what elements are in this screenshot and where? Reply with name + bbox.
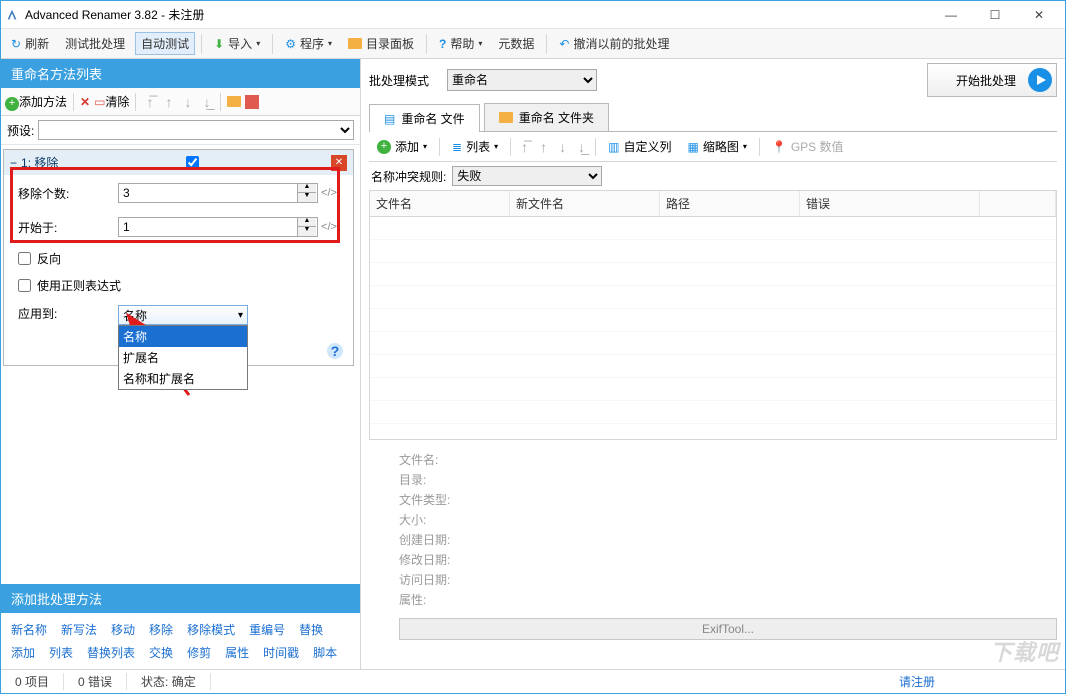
link-add[interactable]: 添加 [11, 644, 35, 661]
file-move-down[interactable]: ↓ [555, 139, 570, 155]
metadata-button[interactable]: 元数据 [492, 32, 540, 55]
dropdown-option-ext[interactable]: 扩展名 [119, 347, 247, 368]
link-swap[interactable]: 交换 [149, 644, 173, 661]
code-icon[interactable]: </> [318, 187, 340, 199]
start-batch-button[interactable]: 开始批处理 [927, 63, 1057, 97]
method-close-button[interactable]: ✕ [331, 155, 347, 171]
file-move-bottom[interactable]: ↓̲ [574, 139, 589, 155]
apply-to-dropdown[interactable]: 名称 扩展名 名称和扩展名 [118, 325, 248, 390]
status-errors: 0 错误 [64, 673, 127, 690]
maximize-button[interactable]: ☐ [973, 2, 1017, 28]
window-title: Advanced Renamer 3.82 - 未注册 [25, 6, 204, 23]
undo-batch-button[interactable]: ↶撤消以前的批处理 [553, 32, 675, 55]
list-button[interactable]: ≣列表▾ [446, 135, 504, 158]
remove-count-label: 移除个数: [18, 185, 118, 202]
conflict-rule-select[interactable]: 失败 [452, 166, 602, 186]
regex-checkbox[interactable] [18, 279, 31, 292]
remove-count-input[interactable] [118, 183, 298, 203]
preset-label: 预设: [7, 122, 34, 139]
preset-select[interactable] [38, 120, 354, 140]
play-icon [1028, 68, 1052, 92]
link-listreplace[interactable]: 替换列表 [87, 644, 135, 661]
link-newcase[interactable]: 新写法 [61, 621, 97, 638]
remove-count-spinner[interactable]: ▲▼ [298, 183, 318, 203]
link-trim[interactable]: 修剪 [187, 644, 211, 661]
link-timestamp[interactable]: 时间戳 [263, 644, 299, 661]
batch-mode-select[interactable]: 重命名 [447, 69, 597, 91]
apply-to-label: 应用到: [18, 305, 118, 322]
help-icon[interactable]: ? [327, 343, 343, 359]
methods-panel-title: 重命名方法列表 [1, 59, 360, 88]
add-methods-title: 添加批处理方法 [1, 584, 360, 613]
folders-panel-button[interactable]: 目录面板 [342, 32, 420, 55]
link-attr[interactable]: 属性 [225, 644, 249, 661]
file-info-block: 文件名: 目录: 文件类型: 大小: 创建日期: 修改日期: 访问日期: 属性: [369, 440, 1057, 610]
move-up-button[interactable]: ↑ [161, 94, 176, 110]
col-error[interactable]: 错误 [800, 191, 980, 216]
plus-icon: + [5, 97, 19, 111]
conflict-rule-label: 名称冲突规则: [371, 168, 446, 185]
refresh-button[interactable]: ↻刷新 [5, 32, 55, 55]
add-files-button[interactable]: +添加▾ [371, 135, 433, 158]
exiftool-button[interactable]: ExifTool... [399, 618, 1057, 640]
status-items: 0 项目 [1, 673, 64, 690]
gps-button[interactable]: 📍GPS 数值 [766, 135, 850, 158]
import-button[interactable]: ⬇导入▾ [208, 32, 266, 55]
method-enabled-checkbox[interactable] [186, 156, 199, 169]
link-removepattern[interactable]: 移除模式 [187, 621, 235, 638]
register-link[interactable]: 请注册 [885, 673, 1065, 690]
method-title: 1: 移除 [21, 154, 58, 171]
move-down-button[interactable]: ↓ [180, 94, 195, 110]
thumbnail-button[interactable]: ▦缩略图▾ [681, 135, 752, 158]
program-button[interactable]: ⚙程序▾ [279, 32, 338, 55]
col-filename[interactable]: 文件名 [370, 191, 510, 216]
file-move-top[interactable]: ↑̅ [517, 139, 532, 155]
dropdown-option-both[interactable]: 名称和扩展名 [119, 368, 247, 389]
auto-test-button[interactable]: 自动测试 [135, 32, 195, 55]
tab-rename-folders[interactable]: 重命名 文件夹 [484, 103, 609, 131]
link-move[interactable]: 移动 [111, 621, 135, 638]
test-batch-button[interactable]: 测试批处理 [59, 32, 131, 55]
link-renumber[interactable]: 重编号 [249, 621, 285, 638]
file-grid[interactable]: 文件名 新文件名 路径 错误 [369, 190, 1057, 440]
file-move-up[interactable]: ↑ [536, 139, 551, 155]
start-at-spinner[interactable]: ▲▼ [298, 217, 318, 237]
tab-rename-files[interactable]: ▤重命名 文件 [369, 104, 480, 132]
start-at-input[interactable] [118, 217, 298, 237]
folder-icon [348, 38, 362, 49]
method-remove-panel: − 1: 移除 ✕ 移除个数: ▲▼ </> 开始于: ▲▼ </> 反向 使用… [3, 149, 354, 366]
app-icon [5, 8, 19, 22]
collapse-toggle[interactable]: − [10, 156, 17, 170]
watermark: 下载吧 [990, 635, 1059, 667]
link-replace[interactable]: 替换 [299, 621, 323, 638]
batch-mode-label: 批处理模式 [369, 72, 429, 89]
add-method-button[interactable]: +添加方法 [5, 93, 67, 111]
link-newname[interactable]: 新名称 [11, 621, 47, 638]
move-bottom-button[interactable]: ↓̲ [199, 94, 214, 110]
col-path[interactable]: 路径 [660, 191, 800, 216]
custom-column-button[interactable]: ▥自定义列 [602, 135, 677, 158]
close-button[interactable]: ✕ [1017, 2, 1061, 28]
method-links: 新名称 新写法 移动 移除 移除模式 重编号 替换 添加 列表 替换列表 交换 … [1, 613, 360, 669]
open-folder-button[interactable] [227, 96, 241, 107]
link-remove[interactable]: 移除 [149, 621, 173, 638]
clear-methods-button[interactable]: ▭清除 [94, 93, 129, 110]
dropdown-option-name[interactable]: 名称 [119, 326, 247, 347]
minimize-button[interactable]: — [929, 2, 973, 28]
help-button[interactable]: ?帮助▾ [433, 32, 488, 55]
col-newname[interactable]: 新文件名 [510, 191, 660, 216]
status-state: 状态: 确定 [127, 673, 211, 690]
reverse-checkbox[interactable] [18, 252, 31, 265]
delete-method-button[interactable]: ✕ [80, 95, 90, 109]
folder-icon [499, 112, 513, 123]
link-list[interactable]: 列表 [49, 644, 73, 661]
link-script[interactable]: 脚本 [313, 644, 337, 661]
save-button[interactable] [245, 95, 259, 109]
apply-to-select[interactable]: 名称 名称 扩展名 名称和扩展名 [118, 305, 248, 325]
code-icon[interactable]: </> [318, 221, 340, 233]
move-top-button[interactable]: ↑̅ [142, 94, 157, 110]
start-at-label: 开始于: [18, 219, 118, 236]
